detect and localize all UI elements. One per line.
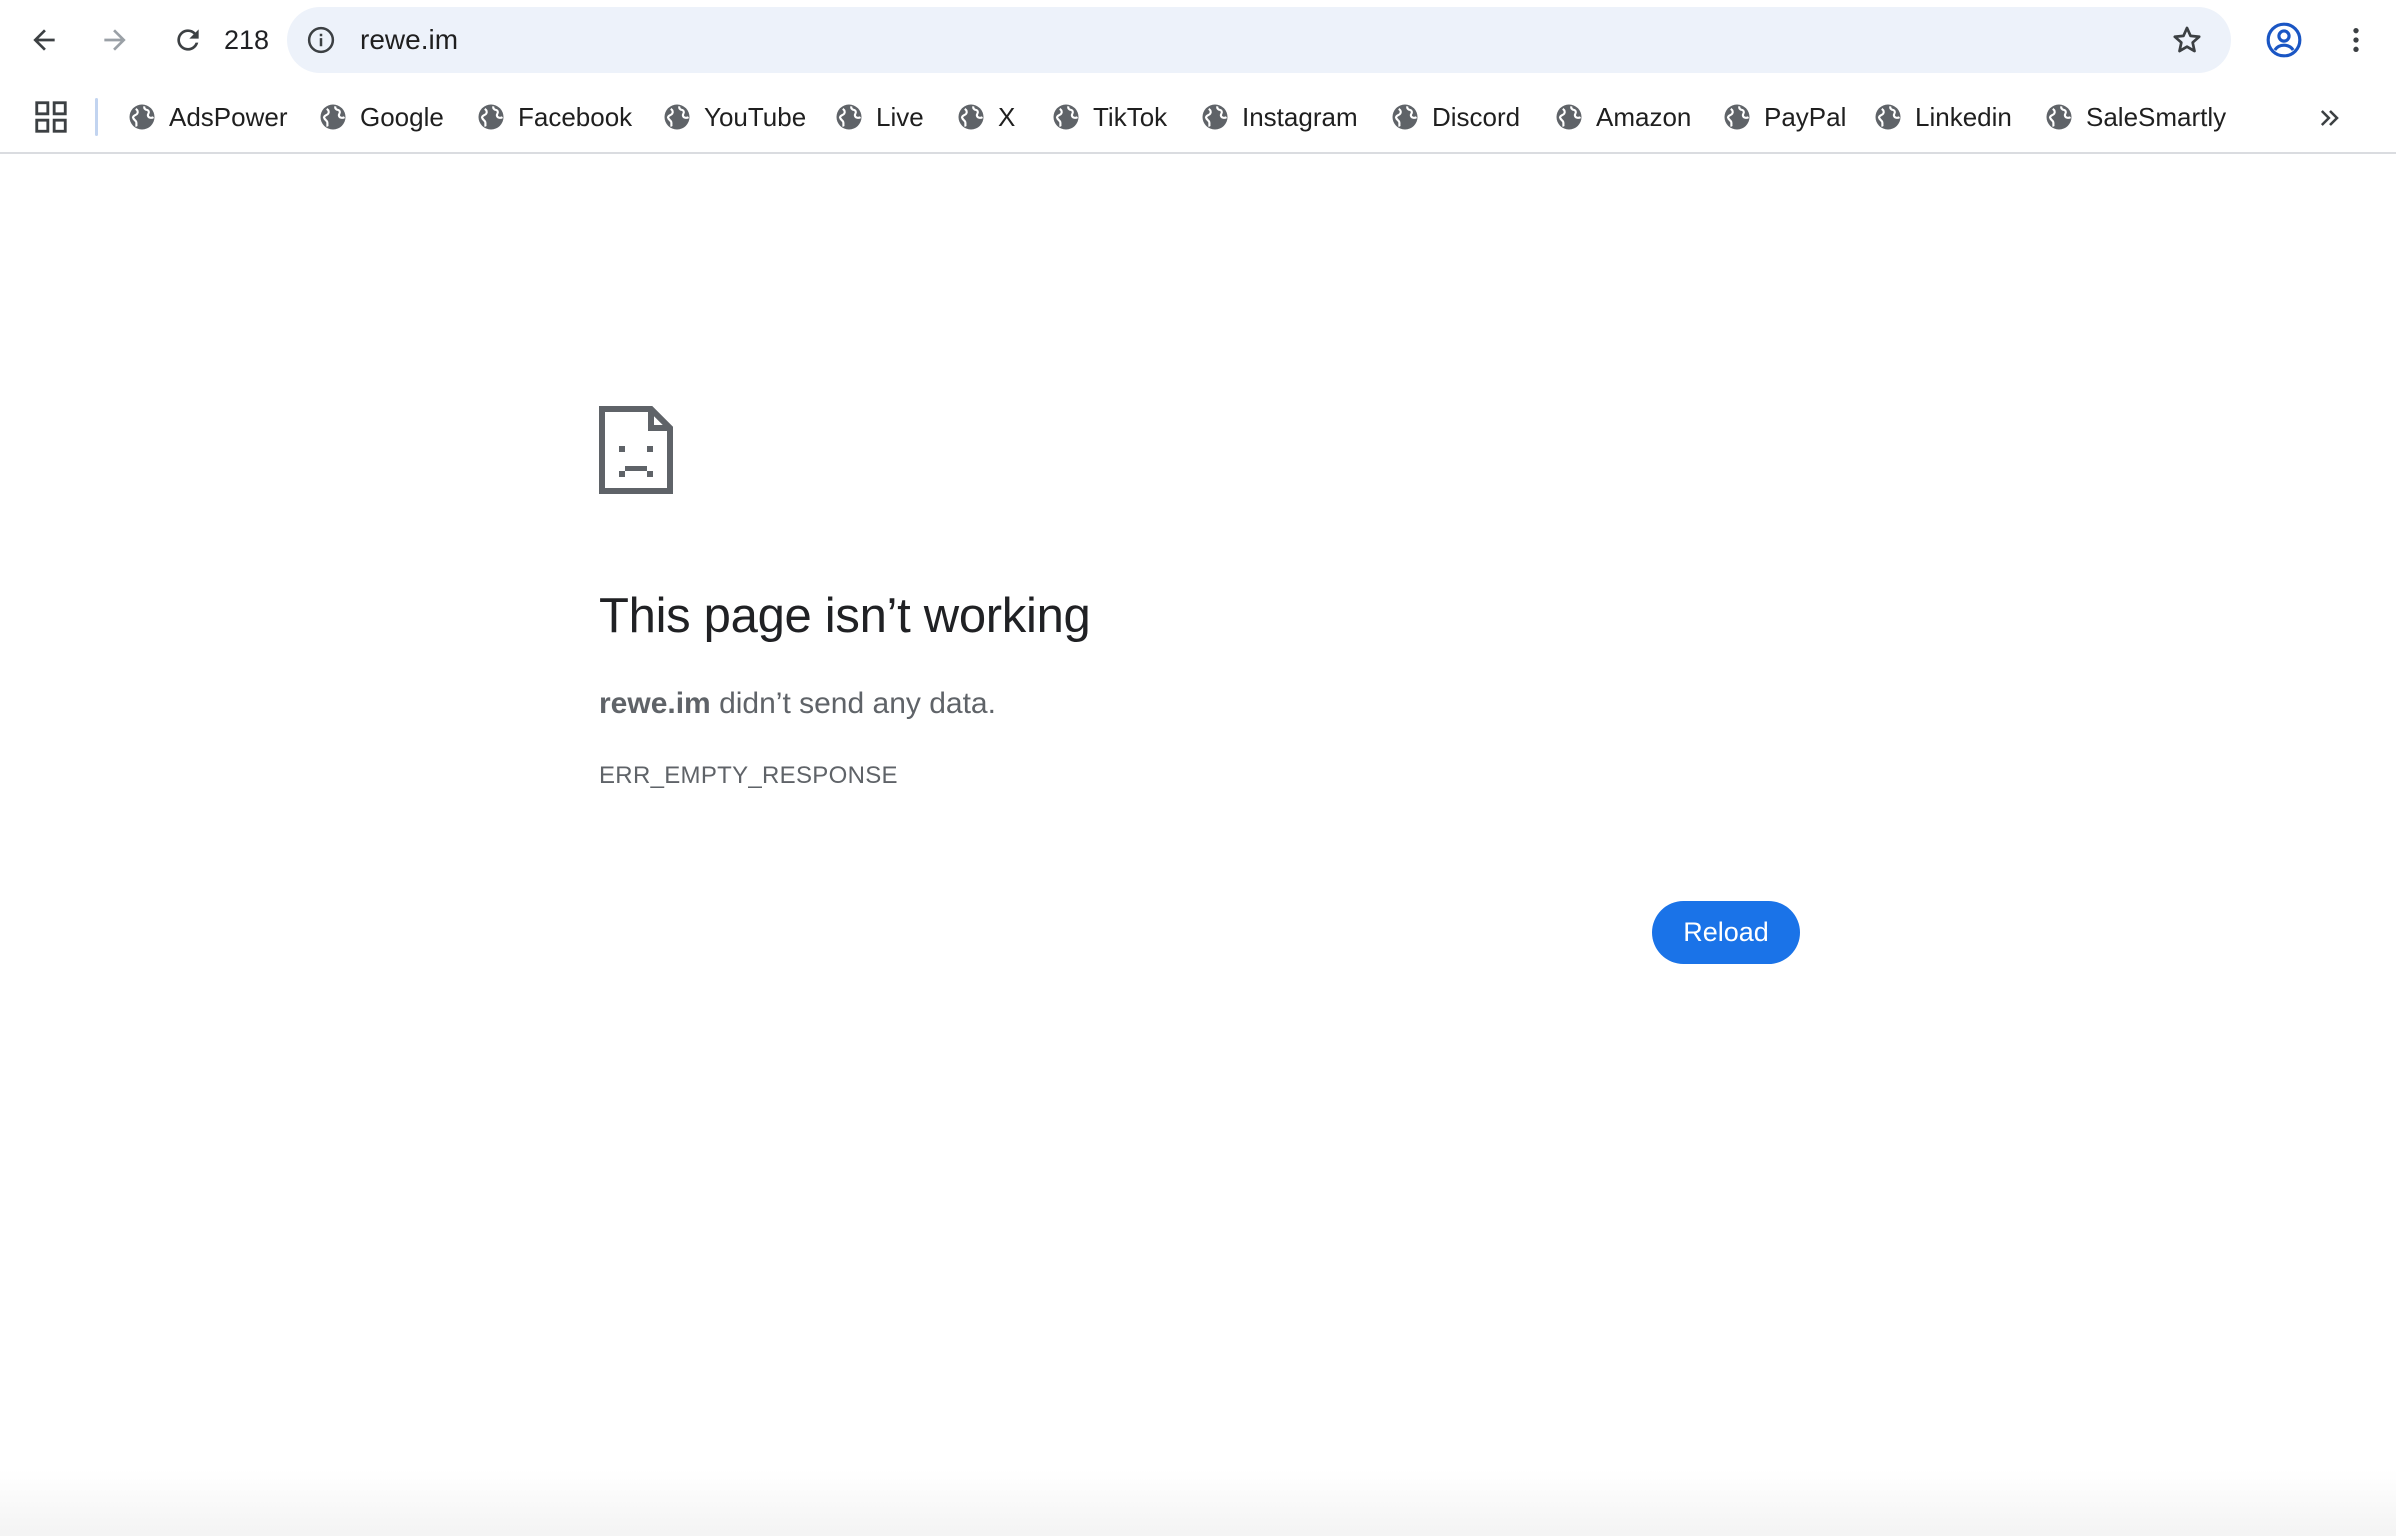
info-icon[interactable] bbox=[301, 20, 341, 60]
bookmark-x[interactable]: X bbox=[956, 96, 1015, 138]
bookmark-label: AdsPower bbox=[169, 101, 288, 132]
error-code: ERR_EMPTY_RESPONSE bbox=[599, 762, 898, 789]
bookmarks-bar: AdsPower Google Facebook YouTube Live X … bbox=[0, 80, 2396, 154]
bookmark-label: YouTube bbox=[704, 101, 807, 132]
error-description: rewe.im didn’t send any data. bbox=[599, 686, 996, 722]
globe-icon bbox=[958, 104, 984, 130]
apps-grid-icon[interactable] bbox=[32, 98, 70, 136]
error-host: rewe.im bbox=[599, 687, 711, 720]
back-arrow-icon bbox=[33, 29, 55, 51]
bookmark-facebook[interactable]: Facebook bbox=[476, 96, 632, 138]
browser-menu-button[interactable] bbox=[2328, 12, 2384, 68]
bookmark-label: Linkedin bbox=[1915, 101, 2012, 132]
globe-icon bbox=[664, 104, 690, 130]
bookmark-label: Live bbox=[876, 101, 924, 132]
forward-arrow-icon bbox=[104, 29, 126, 51]
error-title: This page isn’t working bbox=[599, 589, 1091, 643]
bookmark-label: Amazon bbox=[1596, 101, 1692, 132]
bookmark-label: SaleSmartly bbox=[2086, 101, 2227, 132]
bookmark-amazon[interactable]: Amazon bbox=[1554, 96, 1691, 138]
bookmark-live[interactable]: Live bbox=[834, 96, 924, 138]
more-bookmarks-button[interactable] bbox=[2310, 98, 2350, 138]
bookmark-instagram[interactable]: Instagram bbox=[1200, 96, 1358, 138]
bookmark-linkedin[interactable]: Linkedin bbox=[1873, 96, 2012, 138]
globe-icon bbox=[1875, 104, 1901, 130]
browser-toolbar: 218 rewe.im bbox=[0, 0, 2396, 80]
globe-icon bbox=[1724, 104, 1750, 130]
globe-icon bbox=[1053, 104, 1079, 130]
reload-button-label: Reload bbox=[1683, 917, 1769, 947]
bookmark-paypal[interactable]: PayPal bbox=[1722, 96, 1846, 138]
profile-icon bbox=[2266, 22, 2302, 58]
bookmark-label: Google bbox=[360, 101, 444, 132]
bookmark-label: PayPal bbox=[1764, 101, 1847, 132]
globe-icon bbox=[478, 104, 504, 130]
globe-icon bbox=[836, 104, 862, 130]
back-button[interactable] bbox=[16, 12, 72, 68]
reload-button[interactable] bbox=[160, 12, 216, 68]
bookmark-google[interactable]: Google bbox=[318, 96, 444, 138]
bookmark-label: TikTok bbox=[1093, 101, 1168, 132]
profile-button[interactable] bbox=[2256, 12, 2312, 68]
bookmark-discord[interactable]: Discord bbox=[1390, 96, 1520, 138]
globe-icon bbox=[2046, 104, 2072, 130]
url-text[interactable]: rewe.im bbox=[360, 24, 458, 56]
bookmark-salesmartly[interactable]: SaleSmartly bbox=[2044, 96, 2226, 138]
bookmark-star-icon[interactable] bbox=[2165, 18, 2209, 62]
chevron-double-right-icon bbox=[2320, 110, 2339, 126]
globe-icon bbox=[1556, 104, 1582, 130]
error-message: didn’t send any data. bbox=[710, 687, 996, 720]
bottom-shadow bbox=[0, 1470, 2396, 1536]
forward-button[interactable] bbox=[87, 12, 143, 68]
kebab-menu-icon bbox=[2353, 28, 2359, 52]
globe-icon bbox=[1392, 104, 1418, 130]
tab-count: 218 bbox=[224, 25, 270, 55]
globe-icon bbox=[1202, 104, 1228, 130]
bookmark-youtube[interactable]: YouTube bbox=[662, 96, 806, 138]
reload-icon bbox=[177, 29, 199, 51]
sad-page-icon bbox=[599, 406, 673, 494]
globe-icon bbox=[129, 104, 155, 130]
globe-icon bbox=[320, 104, 346, 130]
bookmark-label: X bbox=[998, 101, 1016, 132]
reload-page-button[interactable]: Reload bbox=[1652, 901, 1800, 964]
bookmarks-separator bbox=[95, 98, 98, 136]
bookmark-label: Instagram bbox=[1242, 101, 1358, 132]
bookmark-label: Discord bbox=[1432, 101, 1521, 132]
address-bar[interactable]: rewe.im bbox=[287, 7, 2231, 73]
bookmark-tiktok[interactable]: TikTok bbox=[1051, 96, 1167, 138]
bookmark-label: Facebook bbox=[518, 101, 633, 132]
bookmark-adspower[interactable]: AdsPower bbox=[127, 96, 288, 138]
